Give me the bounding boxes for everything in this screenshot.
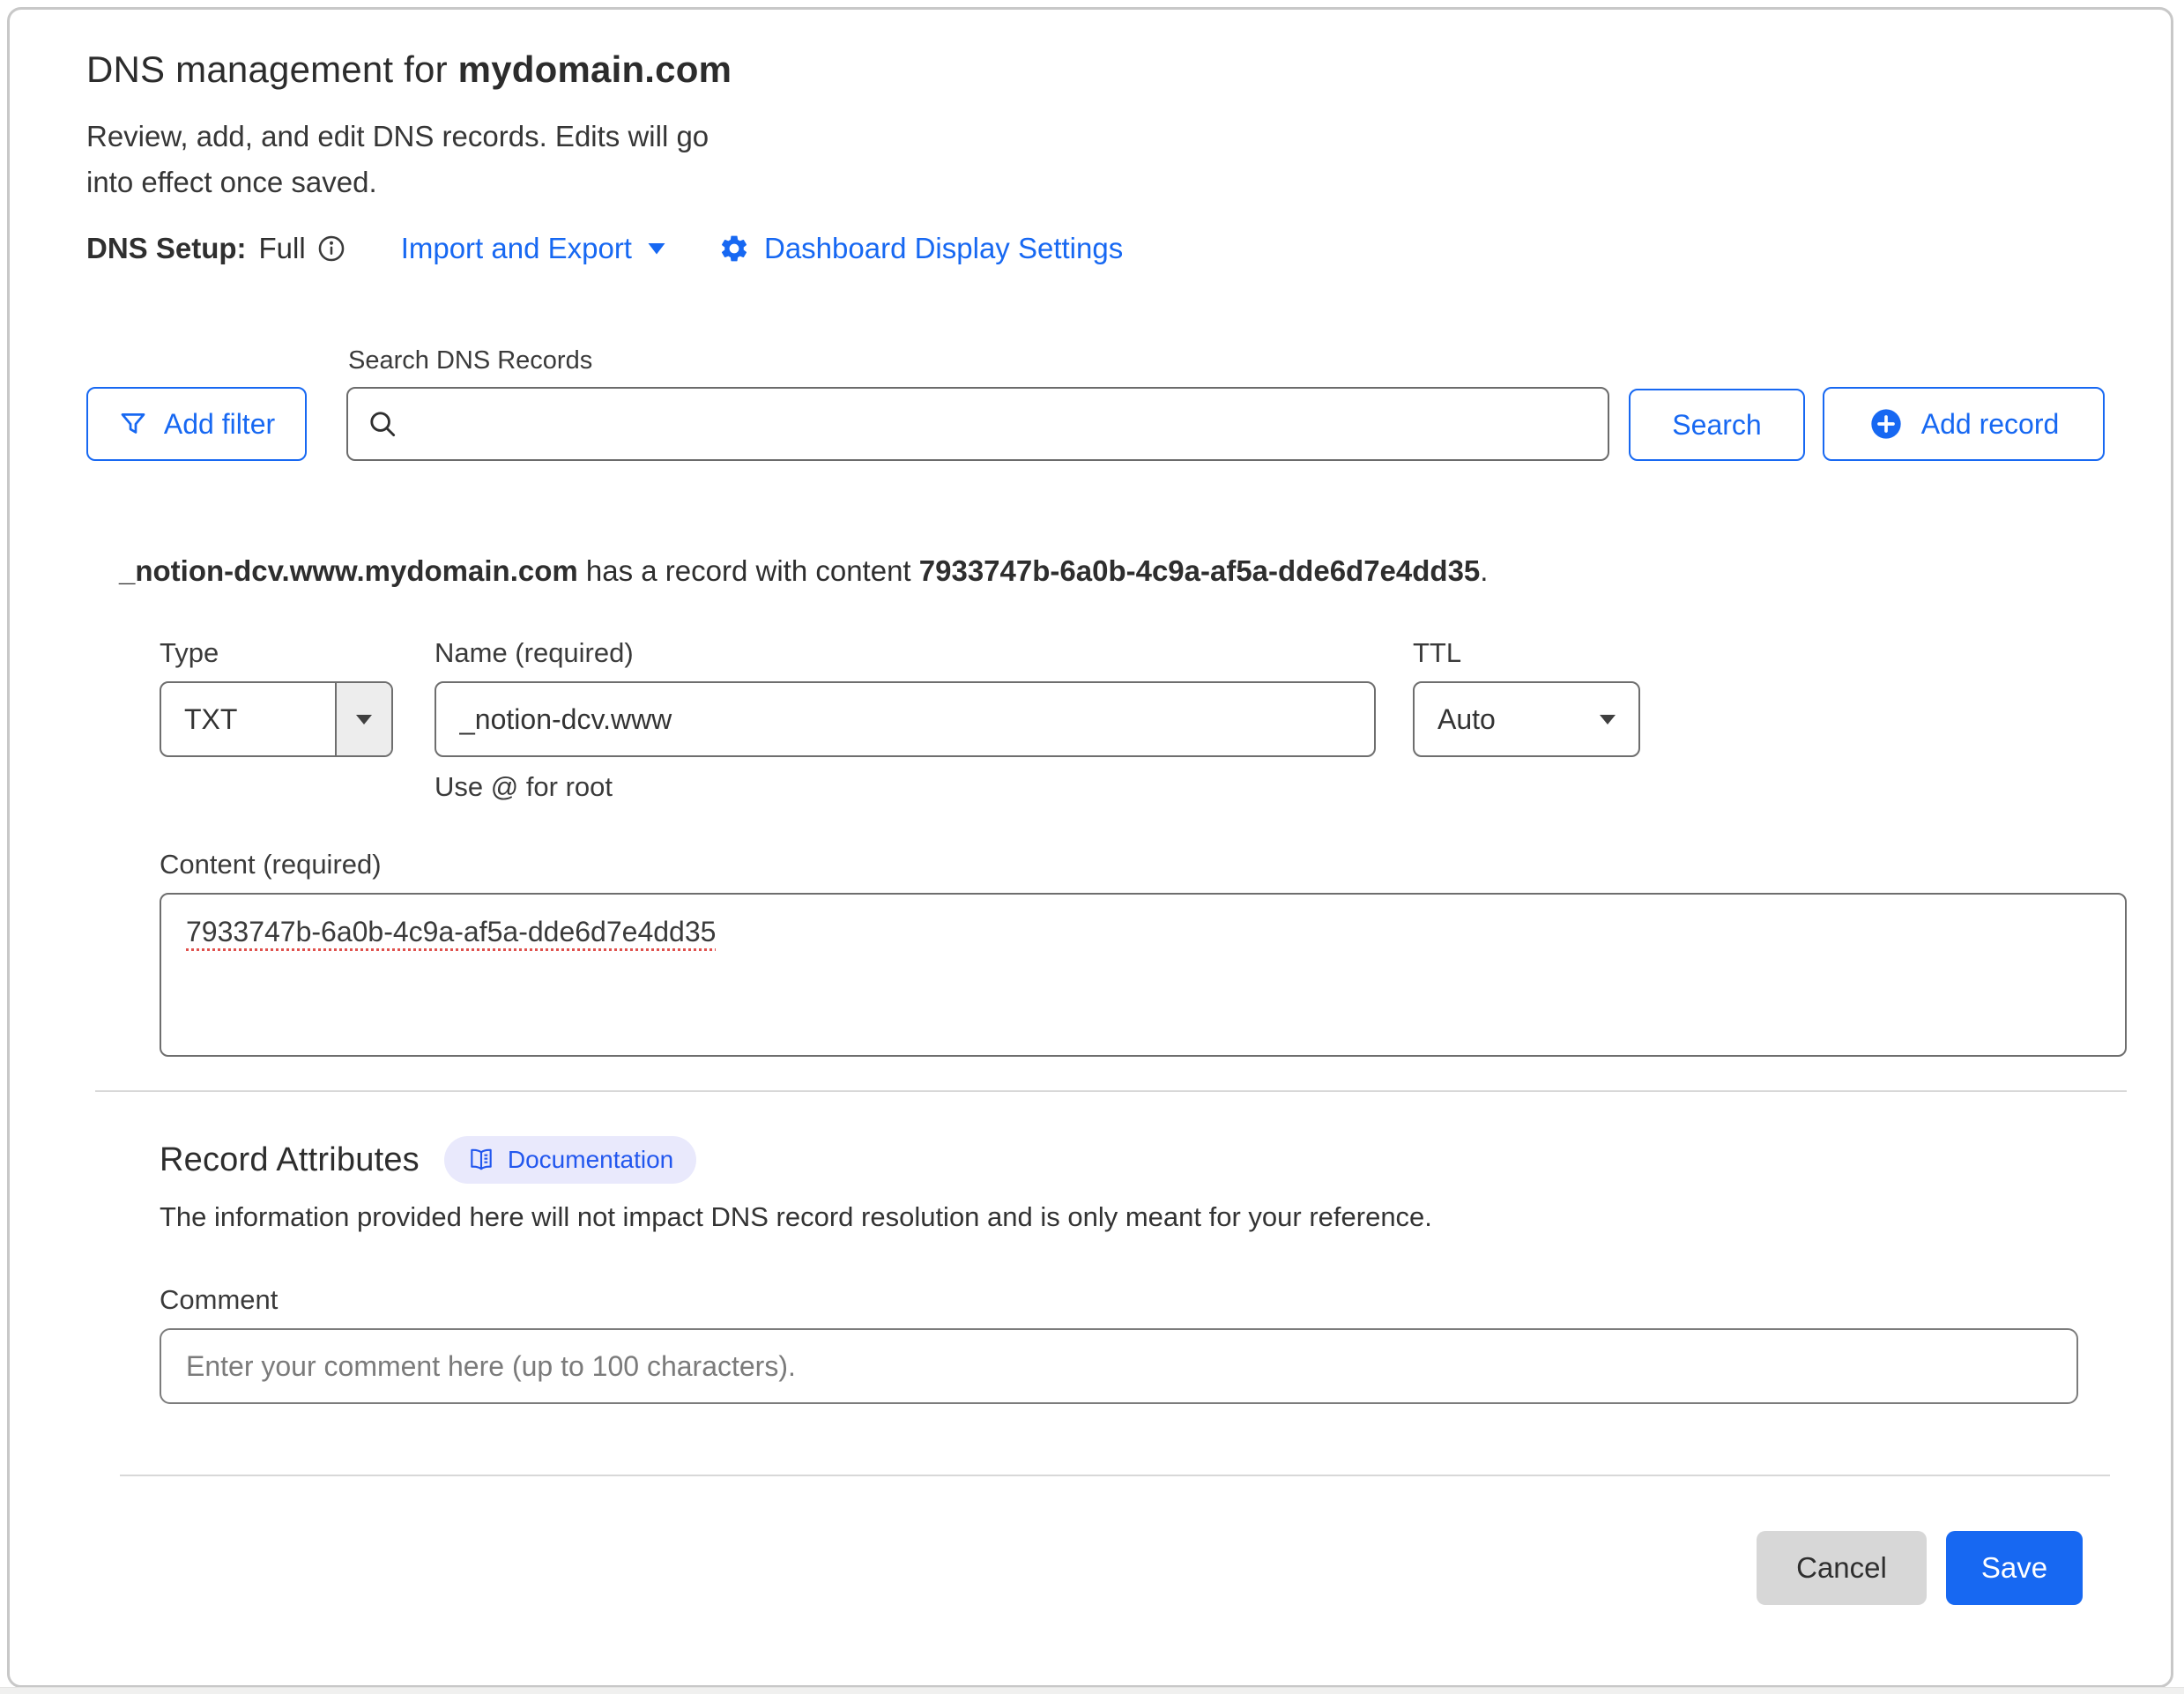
section-divider [95,1090,2127,1092]
search-button[interactable]: Search [1629,389,1805,461]
page-description-line1: Review, add, and edit DNS records. Edits… [86,114,2171,160]
dashboard-display-settings-label: Dashboard Display Settings [764,232,1123,265]
type-label: Type [160,637,393,669]
name-helper-text: Use @ for root [435,771,1376,803]
search-input[interactable] [346,387,1609,461]
page-description: Review, add, and edit DNS records. Edits… [86,114,2171,205]
filter-funnel-icon [118,409,148,439]
dns-setup-row: DNS Setup: Full Import and Export Dashbo… [86,232,2171,265]
record-attributes-heading: Record Attributes [160,1141,420,1179]
name-label: Name (required) [435,637,1376,669]
import-export-button[interactable]: Import and Export [401,232,667,265]
ttl-field: TTL Auto [1413,637,1640,803]
dns-setup-value: Full [259,232,306,265]
form-row-type-name-ttl: Type TXT Name (required) Use @ for root [160,637,2171,803]
footer-divider [120,1475,2110,1476]
record-attributes-description: The information provided here will not i… [160,1201,2171,1233]
page-title: DNS management for mydomain.com [86,48,2171,91]
chevron-down-icon [646,241,667,256]
record-notice-period: . [1480,554,1488,587]
page-description-line2: into effect once saved. [86,160,2171,205]
comment-input[interactable] [160,1328,2078,1404]
caret-down-icon [353,710,375,728]
documentation-label: Documentation [508,1146,673,1174]
content-label: Content (required) [160,849,2171,880]
page-title-domain: mydomain.com [458,48,732,90]
comment-label: Comment [160,1284,2171,1316]
content-textarea[interactable]: 7933747b-6a0b-4c9a-af5a-dde6d7e4dd35 [160,893,2127,1057]
ttl-label: TTL [1413,637,1640,669]
cancel-button[interactable]: Cancel [1757,1531,1927,1605]
dns-panel: DNS management for mydomain.com Review, … [7,7,2173,1688]
name-field: Name (required) Use @ for root [435,637,1376,803]
documentation-link[interactable]: Documentation [444,1136,696,1184]
dashboard-display-settings-button[interactable]: Dashboard Display Settings [718,232,1123,265]
footer-actions: Cancel Save [86,1531,2083,1605]
search-dns-records-field: Search DNS Records [346,346,1609,461]
book-icon [467,1146,495,1174]
dns-management-page: DNS management for mydomain.com Review, … [0,0,2184,1694]
save-button[interactable]: Save [1946,1531,2083,1605]
info-circle-icon[interactable] [316,234,346,264]
ttl-select-value: Auto [1437,703,1496,736]
record-edit-form: Type TXT Name (required) Use @ for root [160,637,2171,1057]
import-export-label: Import and Export [401,232,632,265]
content-value: 7933747b-6a0b-4c9a-af5a-dde6d7e4dd35 [186,916,716,947]
type-select-arrow-cell [335,683,391,755]
caret-down-icon [1596,710,1619,728]
record-attributes-header: Record Attributes Documentation [160,1136,2171,1184]
record-attributes-section: Record Attributes Documentation The info… [160,1136,2171,1404]
type-select[interactable]: TXT [160,681,393,757]
name-input[interactable] [435,681,1376,757]
ttl-select[interactable]: Auto [1413,681,1640,757]
search-row: Add filter Search DNS Records Search [86,346,2105,461]
gear-icon [718,233,750,264]
type-field: Type TXT [160,637,393,803]
plus-circle-icon [1868,406,1904,442]
add-filter-label: Add filter [164,408,275,441]
search-input-wrapper [346,387,1609,461]
page-title-prefix: DNS management for [86,48,458,90]
type-select-value: TXT [161,683,335,755]
record-notice-middle: has a record with content [578,554,919,587]
record-notice-name: _notion-dcv.www.mydomain.com [119,554,578,587]
search-dns-records-label: Search DNS Records [348,346,1609,375]
add-filter-button[interactable]: Add filter [86,387,307,461]
page-bottom-strip [0,1687,2184,1694]
record-notice-content: 7933747b-6a0b-4c9a-af5a-dde6d7e4dd35 [919,554,1481,587]
add-record-label: Add record [1921,408,2060,441]
record-notice: _notion-dcv.www.mydomain.com has a recor… [119,554,2171,588]
add-record-button[interactable]: Add record [1823,387,2105,461]
content-field: Content (required) 7933747b-6a0b-4c9a-af… [160,849,2171,1057]
dns-setup-label: DNS Setup: [86,232,247,265]
